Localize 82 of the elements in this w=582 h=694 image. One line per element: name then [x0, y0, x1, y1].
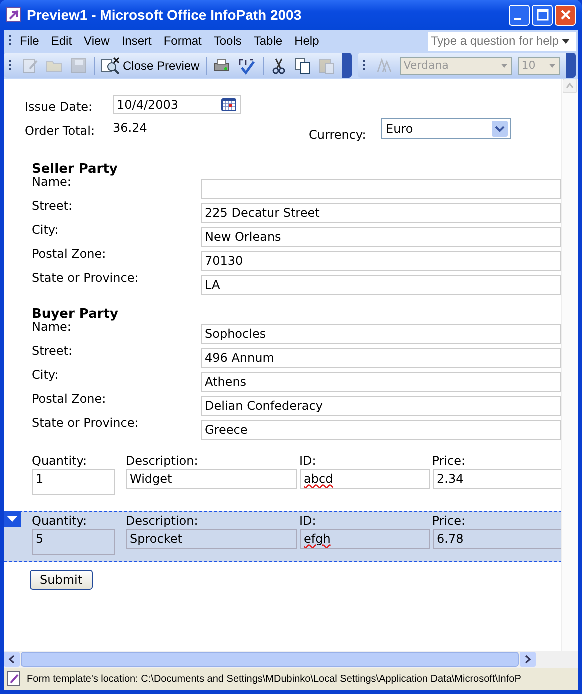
close-button[interactable] [555, 4, 576, 26]
id-label: ID: [300, 514, 318, 529]
quantity-label: Quantity: [32, 454, 88, 469]
issue-date-label: Issue Date: [25, 98, 94, 114]
order-total-label: Order Total: [25, 123, 96, 138]
scroll-left-icon[interactable] [4, 652, 20, 667]
price-field[interactable]: 6.78 [433, 529, 561, 549]
scroll-right-icon[interactable] [520, 652, 536, 667]
toolbar-options-icon[interactable] [566, 53, 576, 78]
close-preview-button[interactable]: Close Preview [101, 56, 200, 74]
price-label: Price: [432, 514, 467, 529]
toolbar-options-icon[interactable] [342, 53, 352, 78]
close-icon [560, 9, 572, 21]
print-icon[interactable] [212, 56, 231, 74]
field-label: Postal Zone: [32, 247, 108, 261]
field-label: State or Province: [32, 271, 140, 285]
calendar-icon[interactable] [221, 98, 237, 112]
description-field[interactable]: Widget [126, 469, 297, 489]
field-label: City: [32, 368, 60, 382]
spelling-icon[interactable] [236, 56, 257, 74]
field-label: City: [32, 223, 60, 237]
window-title: Preview1 - Microsoft Office InfoPath 2003 [27, 7, 303, 23]
menu-item[interactable]: Insert [118, 34, 160, 48]
field-label: State or Province: [32, 416, 140, 430]
text-field[interactable]: Delian Confederacy [201, 396, 561, 416]
vertical-scrollbar[interactable] [561, 79, 578, 651]
price-field[interactable]: 2.34 [433, 469, 561, 489]
text-field[interactable]: 225 Decatur Street [201, 203, 561, 223]
text-field[interactable]: Sophocles [201, 324, 561, 344]
section-heading: Seller Party [32, 162, 119, 177]
menu-item[interactable]: Format [160, 34, 210, 48]
preview-close-icon [101, 56, 121, 74]
form-template-icon [7, 671, 23, 687]
copy-icon[interactable] [294, 56, 312, 74]
field-label: Postal Zone: [32, 392, 108, 406]
menu-item[interactable]: File [16, 34, 48, 48]
scroll-thumb[interactable] [21, 652, 519, 667]
grip-icon [362, 60, 365, 72]
section-heading: Buyer Party [32, 307, 120, 322]
price-label: Price: [432, 454, 467, 469]
menu-item[interactable]: Edit [47, 34, 80, 48]
field-label: Name: [32, 175, 72, 189]
horizontal-scrollbar[interactable] [4, 651, 578, 668]
quantity-field[interactable]: 1 [32, 469, 115, 495]
field-label: Name: [32, 320, 72, 334]
currency-label: Currency: [309, 127, 368, 142]
maximize-button[interactable] [532, 4, 553, 26]
text-field[interactable] [201, 179, 561, 199]
caret-icon[interactable] [562, 38, 570, 44]
date-picker-field[interactable]: 10/4/2003 [113, 95, 241, 114]
submit-button[interactable]: Submit [30, 570, 93, 590]
maximize-icon [536, 9, 548, 21]
text-field[interactable]: 496 Annum [201, 348, 561, 368]
status-text: Form template's location: C:\Documents and Settings\MDubinko\Local Settings\Application Data\Microsoft\InfoP [27, 674, 522, 684]
minimize-button[interactable] [509, 4, 530, 26]
field-label: Street: [32, 199, 74, 213]
text-field[interactable]: Athens [201, 372, 561, 392]
text-field[interactable]: Greece [201, 420, 561, 440]
menu-item[interactable]: Table [250, 34, 291, 48]
id-label: ID: [300, 454, 318, 469]
field-label: Street: [32, 344, 74, 358]
description-label: Description: [126, 454, 200, 469]
order-total-value: 36.24 [113, 120, 148, 135]
currency-dropdown[interactable]: Euro [381, 118, 511, 139]
id-field[interactable]: abcd [300, 469, 430, 489]
text-field[interactable]: 70130 [201, 251, 561, 271]
line-item-section[interactable]: Quantity: Description: ID: Price: 5 Sprocket efgh 6.78 [4, 511, 561, 562]
line-item-section[interactable]: Quantity: Description: ID: Price: 1 Widget abcd 2.34 [32, 454, 561, 501]
quantity-field[interactable]: 5 [32, 529, 115, 555]
quantity-label: Quantity: [32, 514, 88, 529]
minimize-icon [514, 18, 521, 20]
description-label: Description: [126, 514, 200, 529]
text-field[interactable]: New Orleans [201, 227, 561, 247]
menu-item[interactable]: View [80, 34, 118, 48]
app-icon [6, 7, 22, 23]
text-field[interactable]: LA [201, 275, 561, 295]
menu-item[interactable]: Help [290, 34, 328, 48]
help-field[interactable]: Type a question for help [428, 32, 576, 50]
id-field[interactable]: efgh [300, 529, 430, 549]
description-field[interactable]: Sprocket [126, 529, 297, 549]
section-menu-icon[interactable] [4, 511, 21, 527]
menu-item[interactable]: Tools [210, 34, 250, 48]
